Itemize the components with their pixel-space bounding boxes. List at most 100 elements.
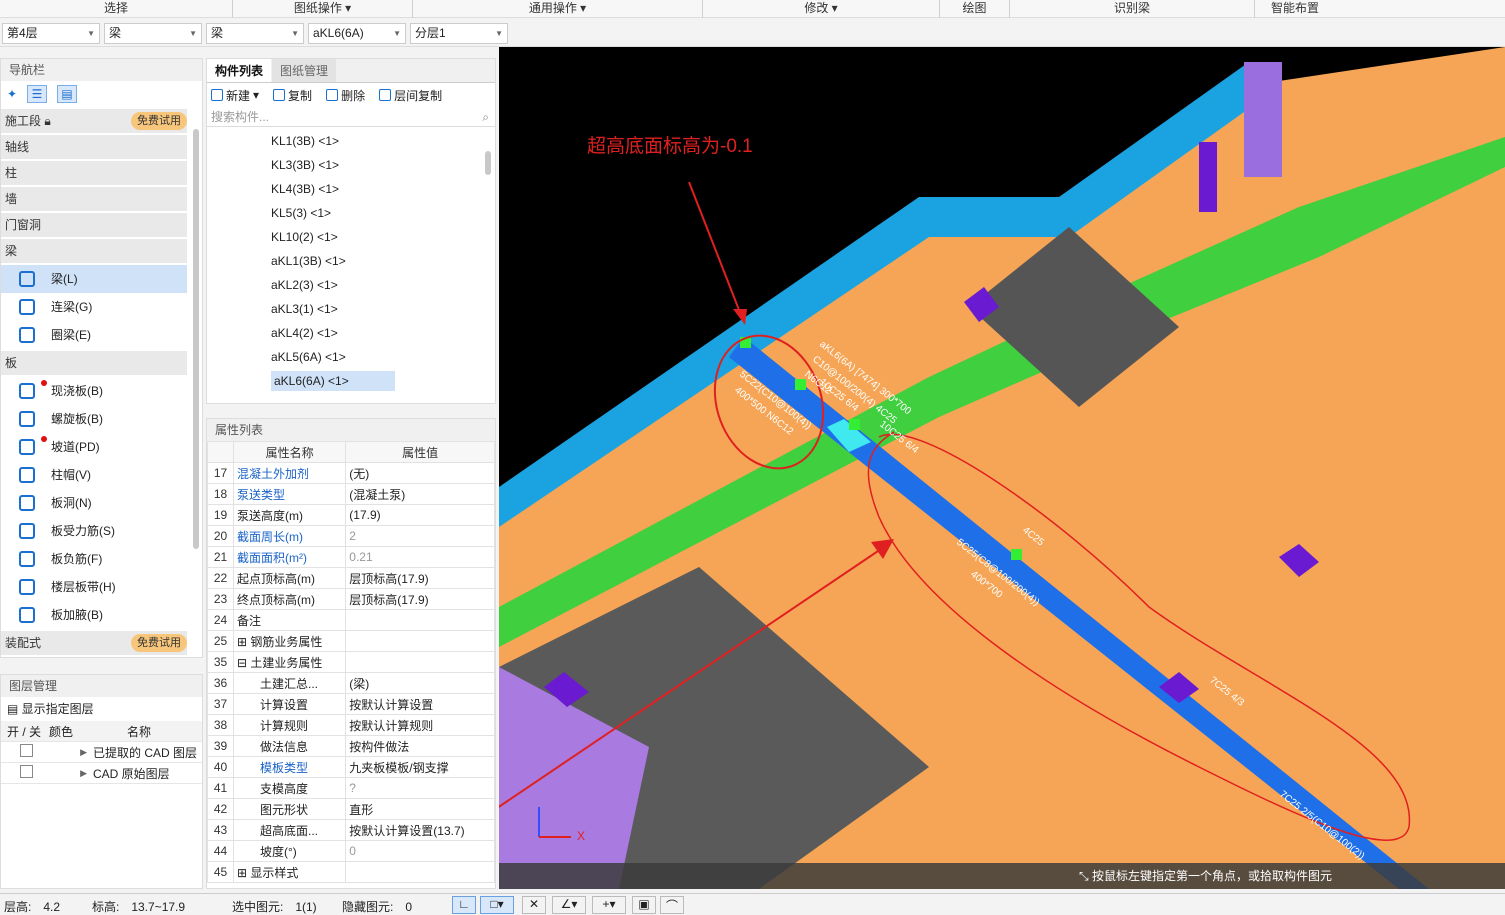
component-select[interactable]: aKL6(6A) ▼ (308, 23, 406, 44)
nav-item-slab-haunch[interactable]: 板加腋(B) (1, 601, 187, 629)
prop-value[interactable]: 层顶标高(17.9) (345, 567, 495, 589)
prop-value[interactable]: 按构件做法 (345, 735, 495, 757)
ribbon-common-ops[interactable]: 通用操作 ▾ (413, 0, 703, 18)
expand-plus-icon[interactable]: ⊞ (237, 635, 247, 649)
nav-item-slab-neg-rebar[interactable]: 板负筋(F) (1, 545, 187, 573)
list-item[interactable]: aKL4(2) <1> (207, 321, 495, 345)
layer-toggle-checkbox[interactable] (20, 744, 33, 757)
collapse-minus-icon[interactable]: ⊟ (237, 656, 247, 670)
nav-item-ramp[interactable]: 坡道(PD) (1, 433, 187, 461)
nav-item-slab-main-rebar[interactable]: 板受力筋(S) (1, 517, 187, 545)
nav-cat-wall[interactable]: 墙 (1, 187, 187, 211)
monitor-icon[interactable]: ▣ (632, 896, 656, 914)
nav-item-beam[interactable]: 梁(L) (1, 265, 187, 293)
search-icon[interactable]: ⌕ (482, 107, 489, 127)
table-row-group[interactable]: 35 ⊟ 土建业务属性 (207, 651, 495, 673)
list-item[interactable]: KL1(3B) <1> (207, 129, 495, 153)
ribbon-identify-beam[interactable]: 识别梁 (1010, 0, 1255, 18)
table-row[interactable]: 23 终点顶标高(m) 层顶标高(17.9) (207, 588, 495, 610)
list-item[interactable]: aKL2(3) <1> (207, 273, 495, 297)
expand-icon[interactable]: ▶ (49, 768, 93, 779)
floor-copy-button[interactable]: 层间复制 (379, 87, 442, 104)
component-search-input[interactable]: 搜索构件... ⌕ (207, 107, 495, 127)
offset-icon[interactable]: +▾ (592, 896, 626, 914)
nav-item-column-cap[interactable]: 柱帽(V) (1, 461, 187, 489)
ortho-toggle-icon[interactable]: ∟ (452, 896, 476, 914)
nav-cat-beam[interactable]: 梁 (1, 239, 187, 263)
3d-viewport[interactable]: 超高底面标高为-0.1 aKL6(6A) [7474] 300*700 C10@… (499, 47, 1505, 889)
list-item[interactable]: KL10(2) <1> (207, 225, 495, 249)
table-row[interactable]: 22 起点顶标高(m) 层顶标高(17.9) (207, 567, 495, 589)
sublayer-select[interactable]: 分层1 ▼ (410, 23, 508, 44)
prop-value[interactable]: (无) (345, 462, 495, 484)
prop-value[interactable]: 按默认计算规则 (345, 714, 495, 736)
tab-component-list[interactable]: 构件列表 (207, 59, 272, 82)
layer-row[interactable]: ▶ 已提取的 CAD 图层 (1, 742, 202, 763)
component-scrollbar[interactable] (485, 151, 491, 175)
table-row[interactable]: 43 超高底面... 按默认计算设置(13.7) (207, 819, 495, 841)
layer-toggle-checkbox[interactable] (20, 765, 33, 778)
nav-scrollbar[interactable] (193, 129, 199, 549)
nav-cat-construction[interactable]: 施工段 🔒︎ 免费试用 (1, 109, 187, 133)
list-item[interactable]: KL3(3B) <1> (207, 153, 495, 177)
prop-value[interactable]: (混凝土泵) (345, 483, 495, 505)
type2-select[interactable]: 梁 ▼ (206, 23, 304, 44)
nav-cat-axis[interactable]: 轴线 (1, 135, 187, 159)
table-row[interactable]: 36 土建汇总... (梁) (207, 672, 495, 694)
table-row[interactable]: 40 模板类型 九夹板模板/钢支撑 (207, 756, 495, 778)
prop-value[interactable]: (梁) (345, 672, 495, 694)
prop-value[interactable]: (17.9) (345, 504, 495, 526)
prop-value[interactable]: 按默认计算设置 (345, 693, 495, 715)
table-row[interactable]: 21 截面面积(m²) 0.21 (207, 546, 495, 568)
prop-value[interactable]: 0 (345, 840, 495, 862)
table-row[interactable]: 18 泵送类型 (混凝土泵) (207, 483, 495, 505)
table-row[interactable]: 44 坡度(°) 0 (207, 840, 495, 862)
snap-toggle-icon[interactable]: □▾ (480, 896, 514, 914)
ribbon-smart-layout[interactable]: 智能布置 (1255, 0, 1335, 18)
trial-badge[interactable]: 免费试用 (131, 634, 187, 652)
table-row-group[interactable]: 45 ⊞ 显示样式 (207, 861, 495, 883)
list-view-icon[interactable]: ☰ (27, 85, 48, 103)
angle-icon[interactable]: ∠▾ (552, 896, 586, 914)
list-item[interactable]: aKL3(1) <1> (207, 297, 495, 321)
table-row-group[interactable]: 25 ⊞ 钢筋业务属性 (207, 630, 495, 652)
list-item[interactable]: aKL5(6A) <1> (207, 345, 495, 369)
type1-select[interactable]: 梁 ▼ (104, 23, 202, 44)
prop-value[interactable]: 层顶标高(17.9) (345, 588, 495, 610)
table-row[interactable]: 24 备注 (207, 609, 495, 631)
list-item-selected[interactable]: aKL6(6A) <1> (207, 369, 495, 393)
model-canvas[interactable] (499, 47, 1505, 889)
expand-plus-icon[interactable]: ⊞ (237, 866, 247, 880)
expand-icon[interactable]: ▶ (49, 747, 93, 758)
table-row[interactable]: 20 截面周长(m) 2 (207, 525, 495, 547)
list-item[interactable]: KL5(3) <1> (207, 201, 495, 225)
show-layer-row[interactable]: ▤ 显示指定图层 (1, 697, 202, 721)
list-item[interactable]: KL4(3B) <1> (207, 177, 495, 201)
nav-item-ring-beam[interactable]: 圈梁(E) (1, 321, 187, 349)
detail-view-icon[interactable]: ▤ (57, 85, 78, 103)
table-row[interactable]: 37 计算设置 按默认计算设置 (207, 693, 495, 715)
nav-cat-column[interactable]: 柱 (1, 161, 187, 185)
floor-select[interactable]: 第4层 ▼ (2, 23, 100, 44)
prop-value[interactable] (345, 609, 495, 631)
nav-item-slab-strip[interactable]: 楼层板带(H) (1, 573, 187, 601)
nav-cat-door[interactable]: 门窗洞 (1, 213, 187, 237)
arc-icon[interactable]: ⌒ (660, 896, 684, 914)
nav-item-slab-hole[interactable]: 板洞(N) (1, 489, 187, 517)
nav-item-cast-slab[interactable]: 现浇板(B) (1, 377, 187, 405)
new-button[interactable]: 新建 ▾ (211, 87, 259, 104)
trial-badge[interactable]: 免费试用 (131, 112, 187, 130)
list-item[interactable]: aKL1(3B) <1> (207, 249, 495, 273)
nav-item-spiral-slab[interactable]: 螺旋板(B) (1, 405, 187, 433)
prop-value[interactable]: 按默认计算设置(13.7) (345, 819, 495, 841)
tab-drawing-management[interactable]: 图纸管理 (272, 59, 337, 82)
nav-cat-precast[interactable]: 装配式 免费试用 (1, 631, 187, 655)
table-row[interactable]: 19 泵送高度(m) (17.9) (207, 504, 495, 526)
ribbon-draw[interactable]: 绘图 (940, 0, 1010, 18)
prop-value[interactable]: ? (345, 777, 495, 799)
delete-button[interactable]: 删除 (326, 87, 365, 104)
prop-value[interactable]: 直形 (345, 798, 495, 820)
copy-button[interactable]: 复制 (273, 87, 312, 104)
table-row[interactable]: 41 支模高度? (207, 777, 495, 799)
cross-icon[interactable]: ✕ (522, 896, 546, 914)
